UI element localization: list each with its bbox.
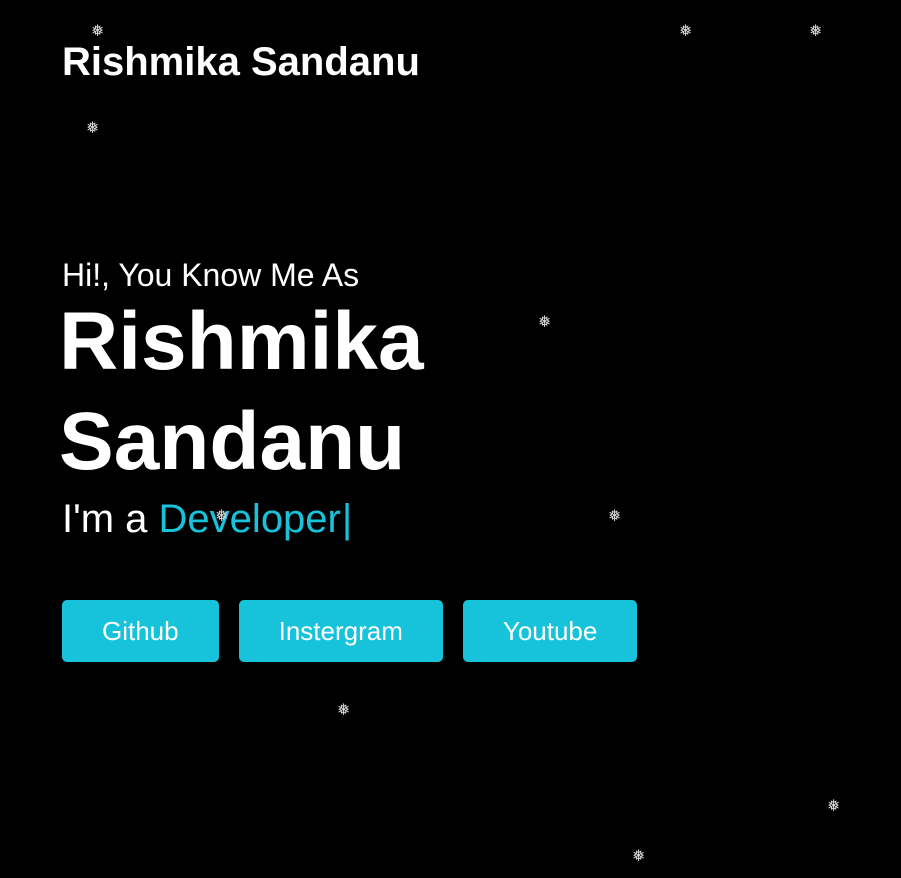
- site-brand[interactable]: Rishmika Sandanu: [62, 39, 420, 85]
- hero-section: Hi!, You Know Me As Rishmika Sandanu I'm…: [59, 256, 479, 542]
- snowflake-icon: ❅: [608, 506, 622, 525]
- hero-greeting: Hi!, You Know Me As: [62, 257, 360, 293]
- typed-role: Developer: [158, 497, 341, 541]
- instagram-button[interactable]: Instergram: [238, 600, 443, 662]
- snowflake-icon: ❅: [632, 846, 646, 865]
- typing-caret: |: [341, 497, 353, 541]
- snowflake-icon: ❅: [809, 21, 823, 40]
- social-buttons: Github Instergram Youtube: [62, 600, 638, 662]
- snowflake-icon: ❅: [679, 21, 693, 40]
- snowflake-icon: ❅: [91, 21, 105, 40]
- youtube-button[interactable]: Youtube: [462, 600, 638, 662]
- github-button[interactable]: Github: [62, 600, 219, 662]
- snowflake-icon: ❅: [86, 118, 100, 137]
- hero-name: Rishmika Sandanu: [59, 296, 424, 487]
- tagline-prefix: I'm a: [62, 497, 159, 541]
- hero-tagline: I'm a Developer|: [62, 496, 479, 542]
- snowflake-icon: ❅: [337, 700, 351, 719]
- snowflake-icon: ❅: [827, 796, 841, 815]
- snowflake-icon: ❅: [538, 312, 552, 331]
